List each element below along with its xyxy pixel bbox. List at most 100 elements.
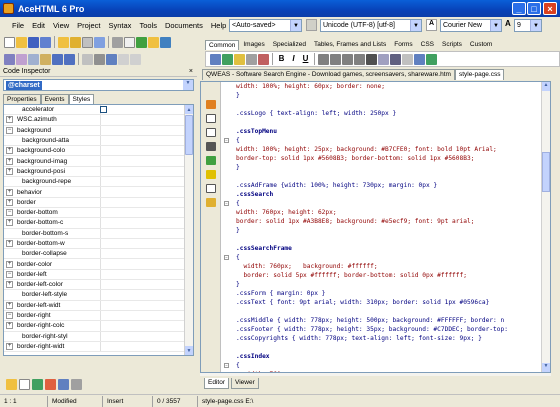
check-icon[interactable] bbox=[206, 156, 216, 165]
property-row[interactable]: background-repe bbox=[4, 177, 193, 188]
property-row[interactable]: + border-bottom-c bbox=[4, 218, 193, 229]
bookmark-icon[interactable] bbox=[206, 170, 216, 179]
property-row[interactable]: − border-left bbox=[4, 269, 193, 281]
property-row[interactable]: + border-color bbox=[4, 259, 193, 270]
copy-icon[interactable] bbox=[28, 53, 39, 65]
paste-icon[interactable] bbox=[40, 53, 51, 65]
property-row[interactable]: + background-posi bbox=[4, 166, 193, 178]
font-icon[interactable]: A bbox=[426, 19, 437, 31]
new-file-icon[interactable] bbox=[4, 36, 15, 48]
outdent-icon[interactable] bbox=[130, 53, 141, 65]
frame-icon[interactable] bbox=[206, 184, 216, 193]
help-panel-icon[interactable] bbox=[71, 378, 82, 390]
scroll-up-icon[interactable]: ▲ bbox=[185, 105, 193, 114]
tag-selector[interactable]: @charset ▼ bbox=[3, 79, 194, 91]
menu-view[interactable]: View bbox=[49, 21, 73, 30]
property-row[interactable]: − border-bottom bbox=[4, 207, 193, 219]
expand-icon[interactable]: + bbox=[6, 240, 13, 247]
editor-hscrollbar[interactable] bbox=[200, 373, 551, 376]
scroll-down-icon[interactable]: ▼ bbox=[185, 346, 193, 355]
hr-icon[interactable] bbox=[402, 53, 413, 65]
ribbon-tab-0[interactable]: Common bbox=[205, 40, 240, 50]
ribbon-tab-1[interactable]: Images bbox=[239, 39, 268, 50]
save-icon[interactable] bbox=[28, 36, 39, 48]
snippets-panel-icon[interactable] bbox=[45, 378, 56, 390]
goto-icon[interactable] bbox=[106, 53, 117, 65]
anchor-icon[interactable] bbox=[234, 53, 245, 65]
menu-tools[interactable]: Tools bbox=[135, 21, 161, 30]
project-panel-icon[interactable] bbox=[6, 378, 17, 390]
browse-icon[interactable] bbox=[148, 36, 159, 48]
fold-toggle-icon[interactable]: − bbox=[224, 138, 229, 143]
property-row[interactable]: border-left-style bbox=[4, 290, 193, 301]
property-row[interactable]: + border-bottom-w bbox=[4, 238, 193, 250]
cut-icon[interactable] bbox=[16, 53, 27, 65]
ribbon-tab-3[interactable]: Tables, Frames and Lists bbox=[310, 39, 390, 50]
property-row[interactable]: border-bottom-s bbox=[4, 228, 193, 239]
expand-icon[interactable]: + bbox=[6, 157, 13, 165]
print-icon[interactable] bbox=[82, 36, 93, 48]
scroll-thumb[interactable] bbox=[185, 115, 193, 155]
block-icon[interactable] bbox=[206, 114, 216, 123]
size-combo[interactable]: 9 ▼ bbox=[514, 19, 542, 32]
property-row[interactable]: background-atta bbox=[4, 135, 193, 147]
document-tab[interactable]: style-page.css bbox=[454, 69, 505, 80]
expand-icon[interactable]: + bbox=[6, 260, 13, 268]
maximize-button[interactable]: □ bbox=[527, 2, 541, 15]
form-icon[interactable] bbox=[206, 198, 216, 207]
collapse-icon[interactable]: − bbox=[6, 209, 13, 217]
expand-icon[interactable]: + bbox=[6, 198, 13, 206]
color-icon[interactable] bbox=[426, 53, 437, 65]
italic-button[interactable]: I bbox=[288, 54, 299, 65]
settings-icon[interactable] bbox=[112, 36, 123, 48]
align-right-icon[interactable] bbox=[342, 53, 353, 65]
scroll-up-icon[interactable]: ▲ bbox=[542, 82, 550, 91]
align-left-icon[interactable] bbox=[318, 53, 329, 65]
minimize-button[interactable]: _ bbox=[512, 2, 526, 15]
save-all-icon[interactable] bbox=[40, 36, 51, 48]
document-icon[interactable] bbox=[124, 36, 135, 48]
project-icon[interactable] bbox=[58, 36, 69, 48]
ribbon-tab-6[interactable]: Scripts bbox=[438, 39, 466, 50]
expand-icon[interactable]: + bbox=[6, 116, 13, 124]
inspector-tab-events[interactable]: Events bbox=[40, 94, 69, 104]
indent-icon[interactable] bbox=[118, 53, 129, 65]
property-row[interactable]: + border-right-widt bbox=[4, 341, 193, 353]
ordered-list-icon[interactable] bbox=[390, 53, 401, 65]
preview-icon[interactable] bbox=[94, 36, 105, 48]
property-row[interactable]: + border-left-widt bbox=[4, 300, 193, 311]
code-editor[interactable]: − − − − width: 100%; height: 60px; border: … bbox=[200, 81, 551, 373]
link-icon[interactable] bbox=[210, 53, 221, 65]
fold-toggle-icon[interactable]: − bbox=[224, 255, 229, 260]
property-row[interactable]: − border-right bbox=[4, 310, 193, 322]
property-row[interactable]: + border-left-color bbox=[4, 280, 193, 291]
ribbon-tab-5[interactable]: CSS bbox=[417, 39, 438, 50]
menu-syntax[interactable]: Syntax bbox=[105, 21, 136, 30]
property-row[interactable]: + WSC.azimuth bbox=[4, 115, 193, 126]
menu-help[interactable]: Help bbox=[207, 21, 230, 30]
mode-combo[interactable]: <Auto-saved> ▼ bbox=[229, 19, 302, 32]
menu-project[interactable]: Project bbox=[73, 21, 104, 30]
inspector-panel-icon[interactable] bbox=[58, 378, 69, 390]
bold-button[interactable]: B bbox=[276, 54, 287, 65]
close-icon[interactable]: × bbox=[189, 68, 193, 75]
property-row[interactable]: + border bbox=[4, 197, 193, 208]
image-icon[interactable] bbox=[222, 53, 233, 65]
property-row[interactable]: border-right-styl bbox=[4, 331, 193, 342]
form-icon[interactable] bbox=[258, 53, 269, 65]
scroll-down-icon[interactable]: ▼ bbox=[542, 363, 550, 372]
tag-icon[interactable] bbox=[206, 100, 216, 109]
open-folder-icon[interactable] bbox=[16, 36, 27, 48]
menu-documents[interactable]: Documents bbox=[161, 21, 207, 30]
menu-file[interactable]: File bbox=[8, 21, 28, 30]
property-row[interactable]: + border-right-colc bbox=[4, 321, 193, 332]
scroll-thumb[interactable] bbox=[542, 152, 550, 192]
replace-icon[interactable] bbox=[94, 53, 105, 65]
inline-icon[interactable] bbox=[206, 128, 216, 137]
editor-tab-editor[interactable]: Editor bbox=[204, 378, 229, 389]
collapse-icon[interactable]: − bbox=[6, 312, 13, 320]
table-icon[interactable] bbox=[246, 53, 257, 65]
undo-icon[interactable] bbox=[4, 53, 15, 65]
sites-panel-icon[interactable] bbox=[32, 378, 43, 390]
expand-icon[interactable]: + bbox=[6, 167, 13, 175]
